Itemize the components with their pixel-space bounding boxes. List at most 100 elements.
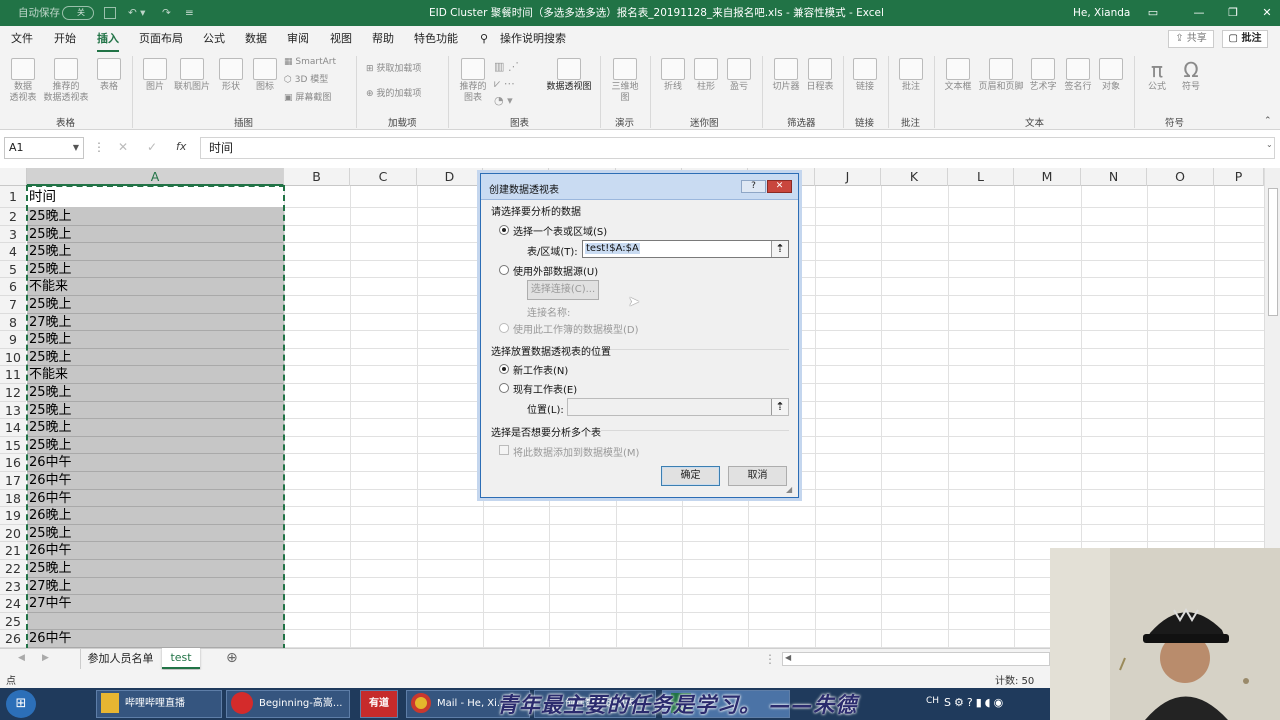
tab-insert[interactable]: 插入 <box>97 26 119 52</box>
enter-icon[interactable]: ✓ <box>147 140 157 154</box>
select-all-corner[interactable] <box>0 168 27 186</box>
tab-home[interactable]: 开始 <box>54 26 76 52</box>
column-header-n[interactable]: N <box>1081 168 1147 186</box>
get-addins-button[interactable]: ⊞ 获取加载项 <box>366 64 421 75</box>
radio-existing-worksheet-label[interactable]: 现有工作表(E) <box>513 381 577 396</box>
scroll-left-icon[interactable]: ◀ <box>785 653 791 662</box>
ime-indicator[interactable]: CH <box>926 696 939 706</box>
sparkline-winloss-button[interactable]: 盈亏 <box>724 58 754 93</box>
row-header[interactable]: 22 <box>0 560 26 578</box>
link-button[interactable]: 链接 <box>850 58 880 93</box>
range-input[interactable]: test!$A:$A ⇡ <box>582 240 789 258</box>
row-header[interactable]: 24 <box>0 595 26 613</box>
tab-page-layout[interactable]: 页面布局 <box>139 26 183 52</box>
picture-button[interactable]: 图片 <box>140 58 170 93</box>
radio-data-model-label[interactable]: 使用此工作簿的数据模型(D) <box>513 321 639 336</box>
checkbox-add-to-model[interactable] <box>499 445 509 455</box>
radio-select-range-label[interactable]: 选择一个表或区域(S) <box>513 223 607 238</box>
tab-view[interactable]: 视图 <box>330 26 352 52</box>
column-header-o[interactable]: O <box>1147 168 1214 186</box>
collapse-dialog-icon[interactable]: ⇡ <box>771 241 788 257</box>
column-header-b[interactable]: B <box>284 168 350 186</box>
3d-model-button[interactable]: ⬡ 3D 模型 <box>284 75 328 86</box>
object-button[interactable]: 对象 <box>1096 58 1126 93</box>
column-header-c[interactable]: C <box>350 168 417 186</box>
pivot-chart-button[interactable]: 数据透视图 <box>544 58 594 93</box>
my-addins-button[interactable]: ⊕ 我的加载项 <box>366 89 421 100</box>
row-header[interactable]: 4 <box>0 243 26 261</box>
row-header[interactable]: 25 <box>0 612 26 631</box>
add-sheet-icon[interactable]: ⊕ <box>226 650 238 666</box>
comments-button[interactable]: ▢ 批注 <box>1222 30 1268 48</box>
row-header[interactable]: 12 <box>0 384 26 402</box>
divider-handle-icon[interactable]: ⋮ <box>764 652 776 666</box>
table-button[interactable]: 表格 <box>94 58 124 93</box>
row-header[interactable]: 6 <box>0 278 26 296</box>
row-header[interactable]: 7 <box>0 296 26 314</box>
share-button[interactable]: ⇪ 共享 <box>1168 30 1214 48</box>
customize-qat-icon[interactable]: ≡ <box>185 0 194 26</box>
radio-select-range[interactable] <box>499 225 509 235</box>
prev-sheet-icon[interactable]: ◀ <box>18 653 25 663</box>
redo-icon[interactable]: ↷ <box>162 0 171 26</box>
autosave-label[interactable]: 自动保存 <box>18 0 60 26</box>
sheet-tab-attendees[interactable]: 参加人员名单 <box>80 649 160 669</box>
row-header[interactable]: 9 <box>0 331 26 349</box>
start-button[interactable]: ⊞ <box>6 690 36 718</box>
row-header[interactable]: 13 <box>0 401 26 420</box>
undo-icon[interactable]: ↶ ▾ <box>128 0 145 26</box>
resize-grip-icon[interactable]: ◢ <box>786 485 792 494</box>
taskbar-item-music[interactable]: Beginning-高嵩... <box>226 690 350 718</box>
wordart-button[interactable]: 艺术字 <box>1028 58 1058 93</box>
online-picture-button[interactable]: 联机图片 <box>172 58 212 93</box>
radio-data-model[interactable] <box>499 323 509 333</box>
row-header[interactable]: 26 <box>0 630 26 648</box>
textbox-button[interactable]: 文本框 <box>942 58 974 93</box>
row-header[interactable]: 17 <box>0 472 26 490</box>
ribbon-display-icon[interactable]: ▭ <box>1130 0 1176 26</box>
column-header-j[interactable]: J <box>815 168 881 186</box>
row-header[interactable]: 2 <box>0 208 26 226</box>
timeline-button[interactable]: 日程表 <box>804 58 836 93</box>
equation-button[interactable]: π 公式 <box>1142 58 1172 93</box>
column-header-p[interactable]: P <box>1214 168 1264 186</box>
tab-formulas[interactable]: 公式 <box>203 26 225 52</box>
scroll-thumb[interactable] <box>1268 188 1278 316</box>
tab-file[interactable]: 文件 <box>11 26 33 52</box>
expand-formula-icon[interactable]: ⌄ <box>1266 140 1273 149</box>
column-header-l[interactable]: L <box>948 168 1014 186</box>
radio-external-source[interactable] <box>499 265 509 275</box>
cancel-icon[interactable]: ✕ <box>118 140 128 154</box>
insert-function-icon[interactable]: fx <box>176 140 186 153</box>
row-header[interactable]: 5 <box>0 260 26 279</box>
row-header[interactable]: 18 <box>0 489 26 508</box>
tab-help[interactable]: 帮助 <box>372 26 394 52</box>
row-header[interactable]: 19 <box>0 507 26 525</box>
screenshot-button[interactable]: ▣ 屏幕截图 <box>284 93 331 104</box>
column-header-k[interactable]: K <box>881 168 948 186</box>
pivot-table-button[interactable]: 数据 透视表 <box>6 58 40 104</box>
header-footer-button[interactable]: 页眉和页脚 <box>976 58 1026 93</box>
cancel-button[interactable]: 取消 <box>728 466 787 486</box>
tab-features[interactable]: 特色功能 <box>414 26 458 52</box>
formula-bar-drag-icon[interactable]: ⋮ <box>93 140 105 154</box>
radio-new-worksheet-label[interactable]: 新工作表(N) <box>513 362 568 377</box>
formula-input[interactable]: 时间 <box>200 137 1275 159</box>
dialog-title-bar[interactable]: 创建数据透视表 ? ✕ <box>481 174 798 200</box>
row-header[interactable]: 15 <box>0 436 26 455</box>
row-header[interactable]: 21 <box>0 542 26 560</box>
column-header-d[interactable]: D <box>417 168 483 186</box>
help-button[interactable]: ? <box>741 180 766 193</box>
collapse-dialog-icon[interactable]: ⇡ <box>771 399 788 415</box>
choose-connection-button[interactable]: 选择连接(C)... <box>527 280 599 300</box>
row-header[interactable]: 14 <box>0 419 26 437</box>
3d-map-button[interactable]: 三维地 图 <box>608 58 642 104</box>
recommended-charts-button[interactable]: 推荐的 图表 <box>456 58 490 104</box>
checkbox-add-to-model-label[interactable]: 将此数据添加到数据模型(M) <box>513 444 639 459</box>
row-header[interactable]: 11 <box>0 366 26 384</box>
tray-icons[interactable]: S⚙?▮◖◉ <box>944 696 1044 712</box>
smartart-button[interactable]: ▦ SmartArt <box>284 57 336 68</box>
tab-data[interactable]: 数据 <box>245 26 267 52</box>
shapes-button[interactable]: 形状 <box>216 58 246 93</box>
row-header[interactable]: 23 <box>0 577 26 596</box>
